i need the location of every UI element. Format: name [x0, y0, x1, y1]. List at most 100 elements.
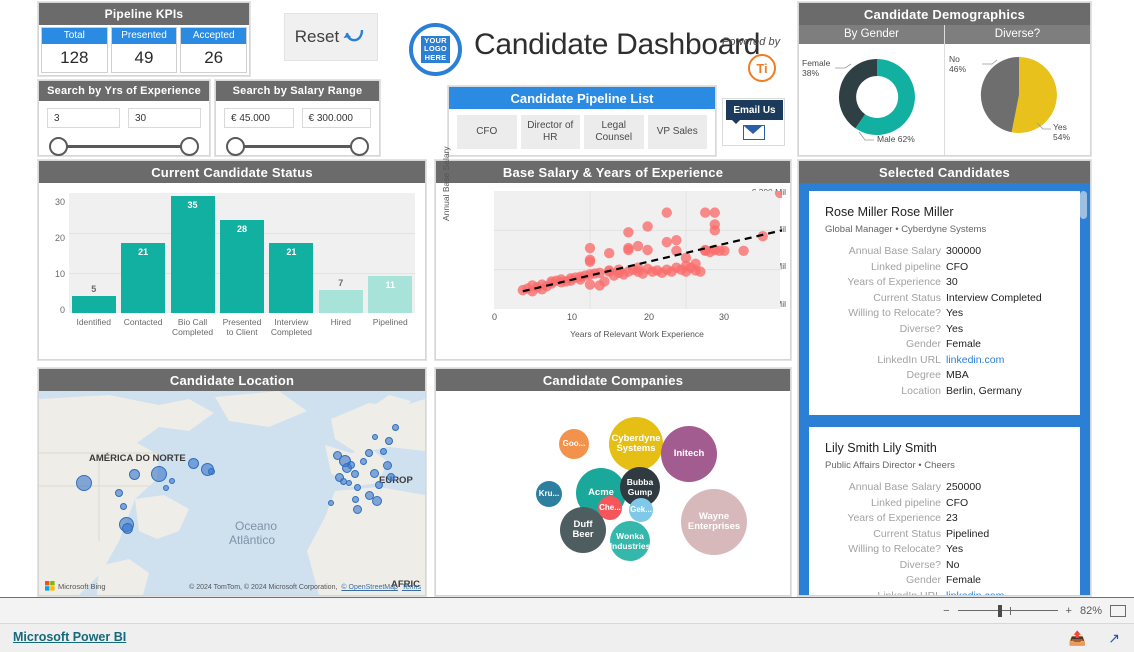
- slicer-sal-max-input[interactable]: € 300.000: [301, 108, 371, 128]
- map-location-bubble[interactable]: [346, 480, 352, 486]
- selected-candidates-list[interactable]: Rose Miller Rose Miller Global Manager •…: [799, 183, 1090, 595]
- slicer-exp-left-knob[interactable]: [49, 137, 68, 156]
- scatter-point[interactable]: [584, 254, 596, 266]
- power-bi-link[interactable]: Microsoft Power BI: [13, 630, 126, 644]
- reset-button[interactable]: Reset: [285, 14, 377, 60]
- scatter-point[interactable]: [632, 240, 644, 252]
- company-bubble[interactable]: Gek...: [629, 498, 653, 522]
- scatter-point[interactable]: [642, 244, 653, 256]
- map-location-bubble[interactable]: [369, 468, 379, 478]
- bar-column[interactable]: 7: [318, 193, 363, 313]
- slicer-years-experience[interactable]: Search by Yrs of Experience 3 30: [38, 80, 210, 156]
- company-bubble[interactable]: Kru...: [536, 481, 562, 507]
- slicer-exp-right-knob[interactable]: [180, 137, 199, 156]
- slicer-sal-track[interactable]: [224, 133, 371, 159]
- bar-column[interactable]: 35: [170, 193, 215, 313]
- share-icon[interactable]: 📤: [1069, 630, 1086, 647]
- map-location-bubble[interactable]: [365, 449, 373, 457]
- scatter-point[interactable]: [584, 242, 596, 254]
- bar[interactable]: [318, 289, 363, 313]
- slicer-exp-track[interactable]: [47, 133, 201, 159]
- pipeline-tab-director-hr[interactable]: Director of HR: [520, 115, 580, 149]
- bar[interactable]: [170, 196, 215, 313]
- bing-map[interactable]: AMÉRICA DO NORTE EUROP AFRIC Oceano Atlâ…: [39, 391, 425, 595]
- bar-column[interactable]: 11: [368, 193, 413, 313]
- scatter-point[interactable]: [661, 207, 672, 218]
- map-location-bubble[interactable]: [372, 496, 382, 506]
- osm-link[interactable]: © OpenStreetMap: [341, 584, 398, 591]
- bar-column[interactable]: 5: [71, 193, 116, 313]
- pipeline-tab-vp-sales[interactable]: VP Sales: [647, 115, 707, 149]
- map-location-bubble[interactable]: [375, 481, 383, 489]
- map-location-bubble[interactable]: [207, 467, 215, 475]
- scatter-point[interactable]: [719, 245, 730, 256]
- slicer-sal-right-knob[interactable]: [350, 137, 369, 156]
- map-location-bubble[interactable]: [115, 489, 123, 497]
- slicer-exp-min-input[interactable]: 3: [47, 108, 120, 128]
- zoom-handle[interactable]: [997, 605, 1002, 617]
- map-location-bubble[interactable]: [379, 447, 387, 455]
- scatter-point[interactable]: [599, 276, 610, 287]
- gender-donut-chart[interactable]: Female 38% Male 62%: [799, 44, 944, 150]
- map-location-bubble[interactable]: [169, 478, 175, 484]
- envelope-icon[interactable]: [743, 125, 765, 140]
- map-location-bubble[interactable]: [351, 495, 359, 503]
- kpi-accepted[interactable]: Accepted 26: [180, 27, 248, 73]
- scatter-chart[interactable]: Annual Base Salary € 300 Mil € 200 Mil €…: [436, 146, 790, 359]
- zoom-out-button[interactable]: −: [943, 605, 949, 617]
- linkedin-link[interactable]: linkedin.com: [946, 353, 1064, 369]
- scatter-point[interactable]: [709, 207, 720, 218]
- scatter-point[interactable]: [671, 234, 682, 246]
- candidate-card[interactable]: Lily Smith Lily Smith Public Affairs Dir…: [809, 427, 1080, 595]
- scatter-point[interactable]: [642, 221, 653, 232]
- slicer-exp-max-input[interactable]: 30: [128, 108, 201, 128]
- terms-link[interactable]: Terms: [402, 584, 421, 591]
- kpi-presented[interactable]: Presented 49: [110, 27, 178, 73]
- scatter-point[interactable]: [661, 236, 672, 248]
- map-location-bubble[interactable]: [76, 475, 92, 491]
- zoom-slider[interactable]: [957, 604, 1058, 618]
- map-location-bubble[interactable]: [382, 460, 392, 470]
- zoom-in-button[interactable]: +: [1066, 605, 1072, 617]
- map-location-bubble[interactable]: [385, 437, 393, 445]
- company-bubble[interactable]: Initech: [661, 426, 717, 482]
- fullscreen-icon[interactable]: ↗: [1108, 630, 1120, 647]
- bar-column[interactable]: 21: [121, 193, 166, 313]
- candidates-scrollbar[interactable]: [1080, 191, 1087, 219]
- scatter-point[interactable]: [623, 244, 634, 256]
- map-location-bubble[interactable]: [187, 457, 199, 469]
- scatter-point[interactable]: [584, 279, 596, 290]
- scatter-point[interactable]: [604, 247, 615, 259]
- map-location-bubble[interactable]: [359, 457, 367, 465]
- scatter-point[interactable]: [738, 245, 749, 256]
- status-bar-chart[interactable]: 0 10 20 30 5 21 35 28 21 7 11 Identified Contac…: [39, 183, 425, 359]
- map-location-bubble[interactable]: [351, 470, 359, 478]
- scatter-point[interactable]: [700, 207, 711, 218]
- slicer-sal-left-knob[interactable]: [226, 137, 245, 156]
- scatter-point[interactable]: [709, 225, 720, 236]
- scatter-point[interactable]: [623, 227, 634, 238]
- pipeline-tab-cfo[interactable]: CFO: [457, 115, 517, 149]
- map-location-bubble[interactable]: [387, 473, 395, 481]
- map-location-bubble[interactable]: [121, 522, 133, 534]
- company-bubble[interactable]: Che...: [598, 496, 622, 520]
- map-location-bubble[interactable]: [352, 504, 362, 514]
- companies-bubble-chart[interactable]: Cyberdyne Systems Initech Wayne Enterprises A…: [436, 391, 790, 595]
- pipeline-tab-legal-counsel[interactable]: Legal Counsel: [584, 115, 644, 149]
- map-location-bubble[interactable]: [128, 468, 140, 480]
- map-location-bubble[interactable]: [372, 434, 378, 440]
- slicer-sal-min-input[interactable]: € 45.000: [224, 108, 294, 128]
- company-bubble[interactable]: Wayne Enterprises: [681, 489, 747, 555]
- map-location-bubble[interactable]: [163, 485, 169, 491]
- map-location-bubble[interactable]: [328, 500, 334, 506]
- scatter-point[interactable]: [695, 266, 706, 277]
- linkedin-link[interactable]: linkedin.com: [946, 589, 1064, 596]
- bar-column[interactable]: 28: [219, 193, 264, 313]
- kpi-total[interactable]: Total 128: [41, 27, 108, 73]
- scatter-point[interactable]: [774, 187, 786, 199]
- fit-to-page-icon[interactable]: [1110, 605, 1126, 617]
- candidate-card[interactable]: Rose Miller Rose Miller Global Manager •…: [809, 191, 1080, 415]
- map-location-bubble[interactable]: [391, 423, 399, 431]
- company-bubble[interactable]: Goo...: [559, 429, 589, 459]
- map-location-bubble[interactable]: [119, 502, 127, 510]
